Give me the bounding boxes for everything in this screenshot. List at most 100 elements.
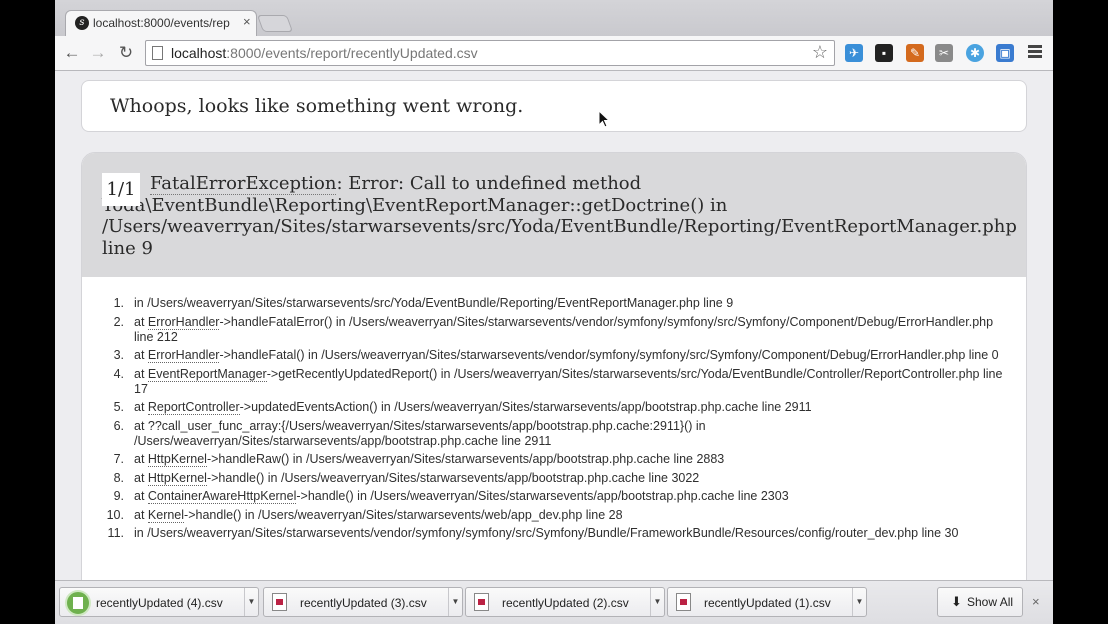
trace-prefix: in /Users/weaverryan/Sites/starwarsevent… bbox=[134, 296, 734, 310]
trace-item: 7. at HttpKernel->handleRaw() in /Users/w… bbox=[104, 452, 1004, 467]
extension-bird-icon[interactable]: ✈ bbox=[845, 44, 863, 62]
page-icon bbox=[152, 46, 163, 60]
url-host: localhost bbox=[171, 45, 227, 61]
bookmark-star-icon[interactable]: ☆ bbox=[812, 42, 828, 63]
trace-item: 4. at EventReportManager->getRecentlyUpda… bbox=[104, 366, 1004, 397]
symfony-favicon-icon: s bbox=[75, 16, 89, 30]
error-banner-title: Whoops, looks like something went wrong. bbox=[110, 95, 524, 117]
extension-terminal-icon[interactable]: ▪ bbox=[875, 44, 893, 62]
download-item-2[interactable]: recentlyUpdated (2).csv ▼ bbox=[465, 587, 665, 617]
trace-item: 6. at ??call_user_func_array:{/Users/weav… bbox=[104, 419, 1004, 449]
error-banner: Whoops, looks like something went wrong. bbox=[81, 80, 1027, 132]
dropdown-arrow-icon[interactable]: ▼ bbox=[650, 588, 664, 616]
shelf-close-icon[interactable]: × bbox=[1032, 594, 1040, 609]
trace-class-link[interactable]: ContainerAwareHttpKernel bbox=[147, 489, 297, 504]
trace-number: 4. bbox=[113, 366, 124, 381]
browser-window: s localhost:8000/events/rep × ← → ↻ loca… bbox=[55, 0, 1053, 624]
trace-prefix: at bbox=[134, 470, 148, 485]
trace-item: 2. at ErrorHandler->handleFatalError() in… bbox=[104, 314, 1004, 345]
download-shelf: recentlyUpdated (4).csv ▼ recentlyUpdate… bbox=[55, 580, 1053, 624]
trace-item: 11. in /Users/weaverryan/Sites/starwarsev… bbox=[104, 526, 1004, 541]
address-url[interactable]: localhost:8000/events/report/recentlyUpd… bbox=[171, 45, 478, 61]
back-arrow-icon[interactable]: ← bbox=[61, 42, 83, 64]
trace-prefix: at bbox=[134, 489, 148, 503]
trace-prefix: at bbox=[134, 348, 148, 362]
trace-number: 8. bbox=[113, 470, 124, 485]
download-item-1[interactable]: recentlyUpdated (1).csv ▼ bbox=[667, 587, 867, 617]
mouse-cursor-icon bbox=[598, 110, 610, 128]
trace-item: 5. at ReportController->updatedEventsActi… bbox=[104, 400, 1004, 415]
extension-screenshot-icon[interactable]: ✂ bbox=[935, 44, 953, 62]
page-content: Whoops, looks like something went wrong.… bbox=[55, 72, 1053, 580]
csv-file-icon bbox=[272, 593, 287, 611]
trace-class-link[interactable]: ReportController bbox=[147, 400, 240, 415]
trace-number: 5. bbox=[113, 400, 124, 414]
dropdown-arrow-icon[interactable]: ▼ bbox=[244, 588, 258, 616]
forward-arrow-icon[interactable]: → bbox=[87, 42, 109, 64]
address-bar[interactable]: localhost:8000/events/report/recentlyUpd… bbox=[145, 40, 835, 66]
tab-strip: s localhost:8000/events/rep × bbox=[55, 0, 1053, 36]
download-filename: recentlyUpdated (2).csv bbox=[502, 596, 629, 610]
exception-panel: FatalErrorException: Error: Call to unde… bbox=[81, 152, 1027, 580]
trace-item: 8. at HttpKernel->handle() in /Users/weav… bbox=[104, 470, 1004, 486]
trace-number: 7. bbox=[113, 452, 124, 466]
url-path: :8000/events/report/recentlyUpdated.csv bbox=[226, 45, 478, 61]
download-filename: recentlyUpdated (4).csv bbox=[96, 596, 223, 610]
trace-number: 3. bbox=[113, 348, 124, 362]
trace-number: 1. bbox=[113, 296, 124, 310]
trace-class-link[interactable]: EventReportManager bbox=[147, 366, 267, 382]
chrome-menu-icon[interactable] bbox=[1028, 45, 1042, 60]
trace-item: 3. at ErrorHandler->handleFatal() in /Use… bbox=[104, 348, 1004, 363]
dropdown-arrow-icon[interactable]: ▼ bbox=[448, 588, 462, 616]
trace-prefix: at bbox=[134, 366, 148, 381]
trace-location: ->handle() in /Users/weaverryan/Sites/st… bbox=[184, 507, 623, 522]
trace-location: ->handleFatal() in /Users/weaverryan/Sit… bbox=[219, 348, 999, 362]
browser-toolbar: ← → ↻ localhost:8000/events/report/recen… bbox=[55, 36, 1053, 71]
download-item-3[interactable]: recentlyUpdated (3).csv ▼ bbox=[263, 587, 463, 617]
trace-number: 10. bbox=[106, 507, 124, 522]
exception-counter: 1/1 bbox=[102, 173, 140, 206]
trace-prefix: at bbox=[134, 507, 148, 522]
exception-name[interactable]: FatalErrorException bbox=[150, 173, 337, 195]
trace-prefix: in /Users/weaverryan/Sites/starwarsevent… bbox=[134, 526, 959, 540]
trace-location: ->handle() in /Users/weaverryan/Sites/st… bbox=[206, 470, 700, 485]
trace-prefix: at bbox=[134, 452, 148, 466]
download-arrow-icon: ⬇ bbox=[951, 594, 962, 609]
trace-class-link[interactable]: Kernel bbox=[147, 507, 185, 523]
trace-location: ->handleRaw() in /Users/weaverryan/Sites… bbox=[206, 452, 725, 466]
trace-number: 6. bbox=[113, 418, 124, 433]
trace-class-link[interactable]: ErrorHandler bbox=[147, 314, 220, 330]
dropdown-arrow-icon[interactable]: ▼ bbox=[852, 588, 866, 616]
trace-prefix: at bbox=[134, 400, 148, 414]
stack-trace: 1. in /Users/weaverryan/Sites/starwarseve… bbox=[104, 296, 1004, 545]
trace-prefix: at bbox=[134, 314, 148, 329]
extension-window-icon[interactable]: ▣ bbox=[996, 44, 1014, 62]
trace-item: 9. at ContainerAwareHttpKernel->handle() … bbox=[104, 489, 1004, 504]
download-item-4[interactable]: recentlyUpdated (4).csv ▼ bbox=[59, 587, 259, 617]
trace-prefix: at ??call_user_func_array:{/Users/weaver… bbox=[134, 418, 706, 448]
show-all-label: Show All bbox=[967, 595, 1014, 609]
trace-number: 2. bbox=[113, 314, 124, 329]
trace-location: ->updatedEventsAction() in /Users/weaver… bbox=[239, 400, 812, 414]
trace-location: ->handle() in /Users/weaverryan/Sites/st… bbox=[296, 489, 789, 503]
trace-class-link[interactable]: HttpKernel bbox=[147, 452, 207, 467]
download-filename: recentlyUpdated (3).csv bbox=[300, 596, 427, 610]
tab-active[interactable]: s localhost:8000/events/rep × bbox=[65, 10, 257, 36]
trace-number: 9. bbox=[113, 489, 124, 503]
trace-class-link[interactable]: HttpKernel bbox=[147, 470, 207, 486]
extension-globe-icon[interactable]: ✱ bbox=[966, 44, 984, 62]
reload-icon[interactable]: ↻ bbox=[115, 42, 137, 64]
tab-title: localhost:8000/events/rep bbox=[93, 16, 230, 30]
exception-message: FatalErrorException: Error: Call to unde… bbox=[102, 173, 1017, 259]
extension-eyedropper-icon[interactable]: ✎ bbox=[906, 44, 924, 62]
trace-number: 11. bbox=[107, 526, 124, 540]
trace-item: 1. in /Users/weaverryan/Sites/starwarseve… bbox=[104, 296, 1004, 311]
download-progress-icon bbox=[65, 590, 91, 616]
trace-class-link[interactable]: ErrorHandler bbox=[147, 348, 220, 363]
download-filename: recentlyUpdated (1).csv bbox=[704, 596, 831, 610]
trace-item: 10. at Kernel->handle() in /Users/weaverr… bbox=[104, 507, 1004, 523]
new-tab-button[interactable] bbox=[256, 15, 294, 32]
tab-close-icon[interactable]: × bbox=[243, 14, 251, 29]
show-all-downloads-button[interactable]: ⬇ Show All bbox=[937, 587, 1023, 617]
exception-header: FatalErrorException: Error: Call to unde… bbox=[82, 153, 1026, 277]
